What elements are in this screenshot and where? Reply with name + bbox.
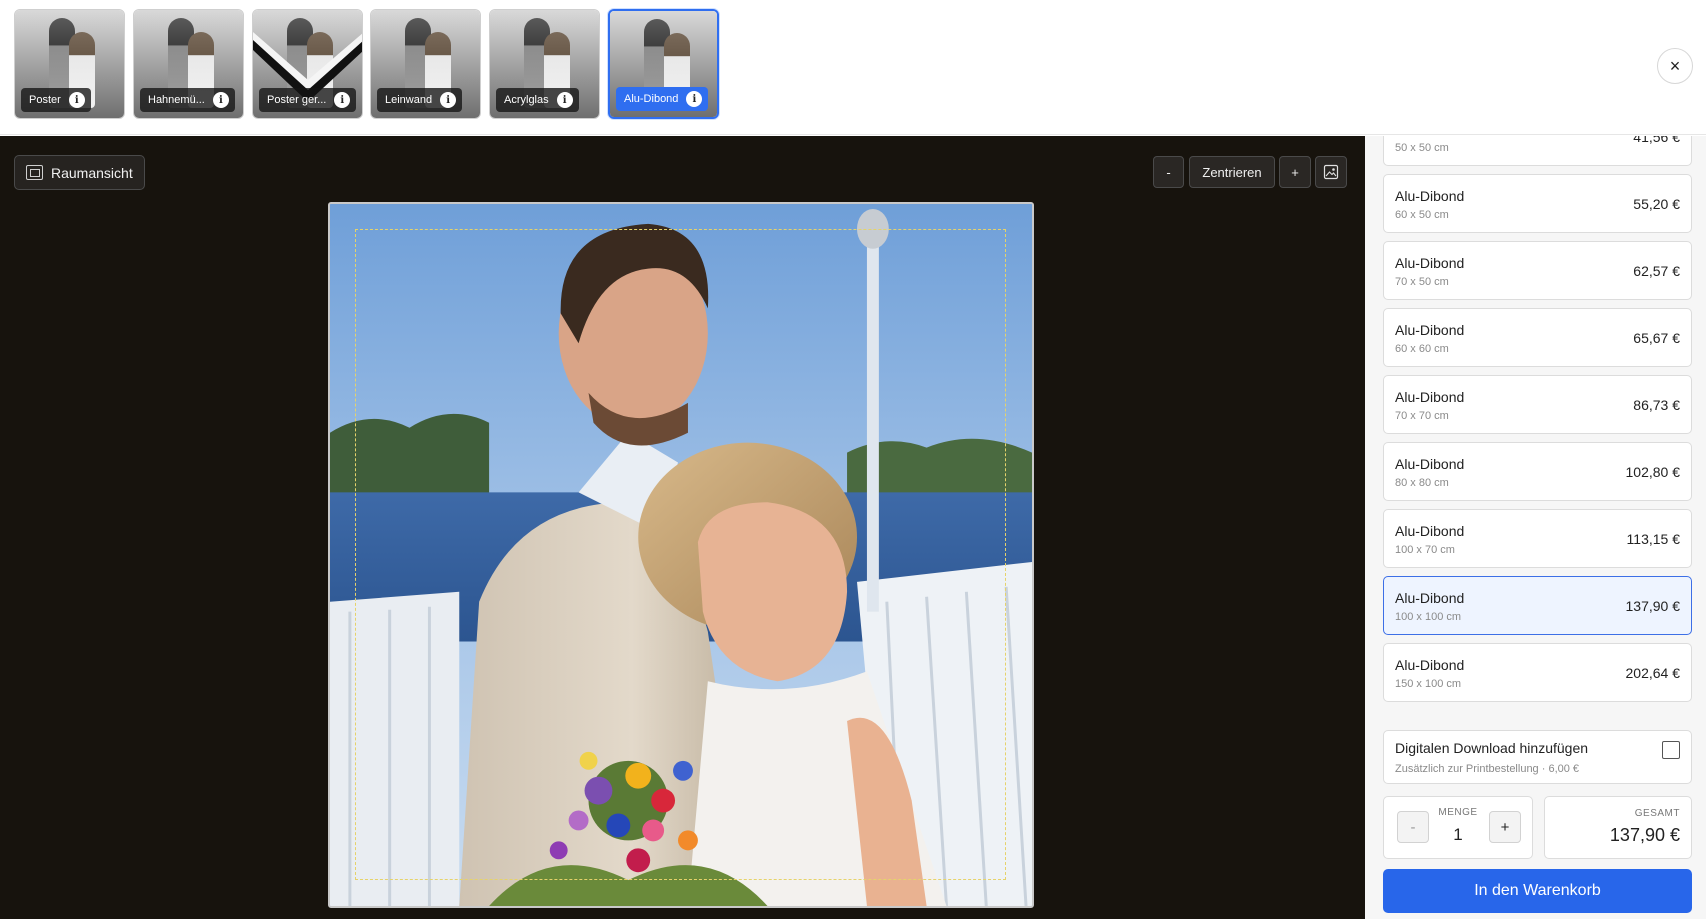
add-to-cart-label: In den Warenkorb — [1474, 882, 1601, 899]
size-price: 55,20 € — [1633, 196, 1680, 212]
close-icon: × — [1669, 55, 1681, 76]
size-name: Alu-Dibond — [1395, 389, 1465, 405]
material-label-text: Poster ger... — [267, 94, 327, 106]
size-option[interactable]: Alu-Dibond 80 x 80 cm 102,80 € — [1383, 442, 1692, 501]
size-price: 113,15 € — [1626, 531, 1680, 547]
size-name: Alu-Dibond — [1395, 523, 1465, 539]
download-subtitle: Zusätzlich zur Printbestellung · 6,00 € — [1395, 763, 1580, 775]
size-dimensions: 50 x 50 cm — [1395, 142, 1449, 154]
material-label-text: Leinwand — [385, 94, 433, 106]
size-price: 86,73 € — [1633, 397, 1680, 413]
zoom-in-button[interactable]: + — [1279, 156, 1311, 188]
size-option[interactable]: Alu-Dibond 100 x 70 cm 113,15 € — [1383, 509, 1692, 568]
size-dimensions: 150 x 100 cm — [1395, 678, 1462, 690]
size-dimensions: 60 x 60 cm — [1395, 343, 1449, 355]
size-price: 62,57 € — [1633, 263, 1680, 279]
size-dimensions: 70 x 50 cm — [1395, 276, 1449, 288]
total-box: GESAMT 137,90 € — [1544, 796, 1692, 859]
material-label-text: Poster — [29, 94, 61, 106]
room-view-button[interactable]: Raumansicht — [14, 155, 145, 190]
info-icon[interactable]: i — [686, 91, 703, 107]
download-title: Digitalen Download hinzufügen — [1395, 740, 1589, 756]
room-view-icon — [26, 165, 43, 180]
zoom-in-label: + — [1291, 164, 1299, 180]
size-dimensions: 100 x 70 cm — [1395, 544, 1455, 556]
material-bar: Poster i Hahnemü... i Poster ger... i Leinwand… — [0, 0, 1706, 135]
material-label-text: Alu-Dibond — [624, 93, 679, 105]
size-option[interactable]: Alu-Dibond 50 x 50 cm 41,56 € — [1383, 136, 1692, 166]
total-label: GESAMT — [1634, 808, 1680, 819]
material-label: Alu-Dibond i — [616, 87, 709, 111]
size-name: Alu-Dibond — [1395, 322, 1465, 338]
size-option[interactable]: Alu-Dibond 70 x 50 cm 62,57 € — [1383, 241, 1692, 300]
size-price: 65,67 € — [1633, 330, 1680, 346]
size-price: 41,56 € — [1633, 136, 1680, 145]
quantity-stepper: - MENGE 1 + — [1383, 796, 1533, 859]
material-label: Poster i — [21, 88, 91, 112]
size-name: Alu-Dibond — [1395, 136, 1464, 137]
fit-image-icon — [1323, 164, 1339, 180]
info-icon[interactable]: i — [556, 92, 573, 108]
total-value: 137,90 € — [1609, 825, 1680, 845]
preview-stage: Raumansicht - Zentrieren + — [0, 136, 1365, 919]
center-label: Zentrieren — [1202, 164, 1262, 180]
safe-area-guide — [355, 229, 1006, 880]
info-icon[interactable]: i — [334, 92, 351, 108]
zoom-out-button[interactable]: - — [1153, 156, 1184, 188]
options-panel: Alu-Dibond 50 x 50 cm 41,56 € Alu-Dibond 60 … — [1365, 136, 1706, 919]
material-label-text: Hahnemü... — [148, 94, 205, 106]
material-option[interactable]: Poster ger... i — [252, 9, 363, 119]
size-dimensions: 60 x 50 cm — [1395, 209, 1449, 221]
size-option[interactable]: Alu-Dibond 100 x 100 cm 137,90 € — [1383, 576, 1692, 635]
print-preview[interactable] — [328, 202, 1034, 908]
size-dimensions: 100 x 100 cm — [1395, 611, 1462, 623]
material-option[interactable]: Hahnemü... i — [133, 9, 244, 119]
material-option[interactable]: Leinwand i — [370, 9, 481, 119]
material-option[interactable]: Alu-Dibond i — [608, 9, 719, 119]
size-dimensions: 80 x 80 cm — [1395, 477, 1449, 489]
material-label-text: Acrylglas — [504, 94, 549, 106]
download-checkbox[interactable] — [1662, 741, 1680, 759]
material-option[interactable]: Acrylglas i — [489, 9, 600, 119]
size-name: Alu-Dibond — [1395, 456, 1465, 472]
material-label: Leinwand i — [377, 88, 463, 112]
size-option[interactable]: Alu-Dibond 70 x 70 cm 86,73 € — [1383, 375, 1692, 434]
info-icon[interactable]: i — [212, 92, 229, 108]
size-price: 137,90 € — [1625, 598, 1681, 614]
room-view-label: Raumansicht — [51, 164, 133, 181]
size-price: 202,64 € — [1625, 665, 1681, 681]
material-option[interactable]: Poster i — [14, 9, 125, 119]
size-name: Alu-Dibond — [1395, 188, 1465, 204]
size-name: Alu-Dibond — [1395, 255, 1465, 271]
size-option[interactable]: Alu-Dibond 60 x 60 cm 65,67 € — [1383, 308, 1692, 367]
close-button[interactable]: × — [1657, 48, 1693, 84]
size-name: Alu-Dibond — [1395, 657, 1465, 673]
info-icon[interactable]: i — [440, 92, 457, 108]
fit-image-button[interactable] — [1315, 156, 1347, 188]
zoom-out-label: - — [1166, 164, 1171, 180]
add-to-cart-button[interactable]: In den Warenkorb — [1383, 869, 1692, 913]
digital-download-option[interactable]: Digitalen Download hinzufügen Zusätzlich… — [1383, 730, 1692, 784]
material-label: Hahnemü... i — [140, 88, 235, 112]
size-option[interactable]: Alu-Dibond 150 x 100 cm 202,64 € — [1383, 643, 1692, 702]
quantity-increase-button[interactable]: + — [1489, 811, 1521, 843]
center-button[interactable]: Zentrieren — [1189, 156, 1275, 188]
size-name: Alu-Dibond — [1395, 590, 1465, 606]
material-label: Poster ger... i — [259, 88, 357, 112]
size-option[interactable]: Alu-Dibond 60 x 50 cm 55,20 € — [1383, 174, 1692, 233]
info-icon[interactable]: i — [68, 92, 85, 108]
size-price: 102,80 € — [1625, 464, 1681, 480]
size-list[interactable]: Alu-Dibond 50 x 50 cm 41,56 € Alu-Dibond 60 … — [1365, 136, 1706, 714]
material-label: Acrylglas i — [496, 88, 579, 112]
size-dimensions: 70 x 70 cm — [1395, 410, 1449, 422]
